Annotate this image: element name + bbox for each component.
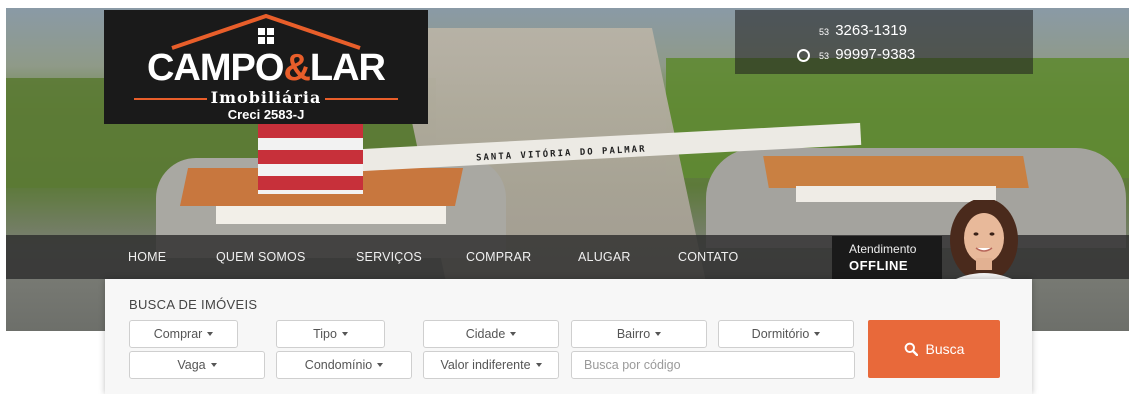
phone-landline[interactable]: 53 3263-1319 xyxy=(819,22,907,39)
nav-contato[interactable]: CONTATO xyxy=(678,250,738,264)
dropdown-comprar[interactable]: Comprar xyxy=(129,320,238,348)
phone-landline-number: 3263-1319 xyxy=(835,22,907,39)
chevron-down-icon xyxy=(510,332,517,336)
dropdown-comprar-label: Comprar xyxy=(153,327,203,341)
code-search-input[interactable] xyxy=(571,351,855,379)
chevron-down-icon xyxy=(377,363,384,367)
agent-portrait-icon xyxy=(946,200,1022,284)
dropdown-tipo-label: Tipo xyxy=(313,327,337,341)
dropdown-cidade-label: Cidade xyxy=(465,327,506,341)
chevron-down-icon xyxy=(535,363,542,367)
house-roof-icon xyxy=(171,13,361,50)
chevron-down-icon xyxy=(210,363,217,367)
dropdown-valor-label: Valor indiferente xyxy=(440,358,531,372)
dropdown-vaga[interactable]: Vaga xyxy=(129,351,265,379)
phone-whatsapp-ddd: 53 xyxy=(819,51,830,61)
dropdown-bairro-label: Bairro xyxy=(616,327,651,341)
property-search-panel: BUSCA DE IMÓVEIS Comprar Tipo Cidade Bai… xyxy=(105,279,1032,394)
atendimento-widget[interactable]: Atendimento OFFLINE xyxy=(832,236,942,280)
atendimento-label: Atendimento xyxy=(849,242,917,256)
contact-phones: 53 3263-1319 53 99997-9383 xyxy=(735,10,1033,74)
chevron-down-icon xyxy=(814,332,821,336)
nav-alugar[interactable]: ALUGAR xyxy=(578,250,631,264)
search-button[interactable]: Busca xyxy=(868,320,1000,378)
chevron-down-icon xyxy=(341,332,348,336)
whatsapp-icon xyxy=(797,49,810,62)
logo-ampersand: & xyxy=(283,47,310,89)
site-logo[interactable]: CAMPO&LAR Imobiliária Creci 2583-J xyxy=(104,10,428,124)
phone-whatsapp[interactable]: 53 99997-9383 xyxy=(797,46,916,63)
logo-subtitle-wrap: Imobiliária xyxy=(104,88,428,107)
nav-quem-somos[interactable]: QUEM SOMOS xyxy=(216,250,306,264)
phone-whatsapp-number: 99997-9383 xyxy=(835,46,916,63)
dropdown-dormitorio[interactable]: Dormitório xyxy=(718,320,854,348)
logo-subtitle: Imobiliária xyxy=(206,88,326,107)
phone-landline-ddd: 53 xyxy=(819,27,830,37)
dropdown-cidade[interactable]: Cidade xyxy=(423,320,559,348)
support-agent-avatar[interactable] xyxy=(936,200,1032,284)
dropdown-valor[interactable]: Valor indiferente xyxy=(423,351,559,379)
nav-home[interactable]: HOME xyxy=(128,250,166,264)
hero-lighthouse xyxy=(258,124,363,194)
chevron-down-icon xyxy=(207,332,214,336)
nav-servicos[interactable]: SERVIÇOS xyxy=(356,250,422,264)
logo-word-campo: CAMPO xyxy=(146,47,284,89)
dropdown-condominio[interactable]: Condomínio xyxy=(276,351,412,379)
search-icon xyxy=(904,342,918,356)
chevron-down-icon xyxy=(655,332,662,336)
search-panel-title: BUSCA DE IMÓVEIS xyxy=(129,297,258,312)
atendimento-status: OFFLINE xyxy=(849,258,909,273)
dropdown-condominio-label: Condomínio xyxy=(304,358,373,372)
hero-roof-right xyxy=(763,156,1029,188)
dropdown-tipo[interactable]: Tipo xyxy=(276,320,385,348)
hero-house-left xyxy=(216,206,446,224)
logo-creci: Creci 2583-J xyxy=(227,107,305,122)
logo-word-lar: LAR xyxy=(309,47,386,89)
nav-comprar[interactable]: COMPRAR xyxy=(466,250,531,264)
logo-wordmark: CAMPO&LAR xyxy=(104,48,428,88)
search-button-label: Busca xyxy=(925,341,965,357)
dropdown-bairro[interactable]: Bairro xyxy=(571,320,707,348)
dropdown-dormitorio-label: Dormitório xyxy=(751,327,810,341)
dropdown-vaga-label: Vaga xyxy=(177,358,206,372)
